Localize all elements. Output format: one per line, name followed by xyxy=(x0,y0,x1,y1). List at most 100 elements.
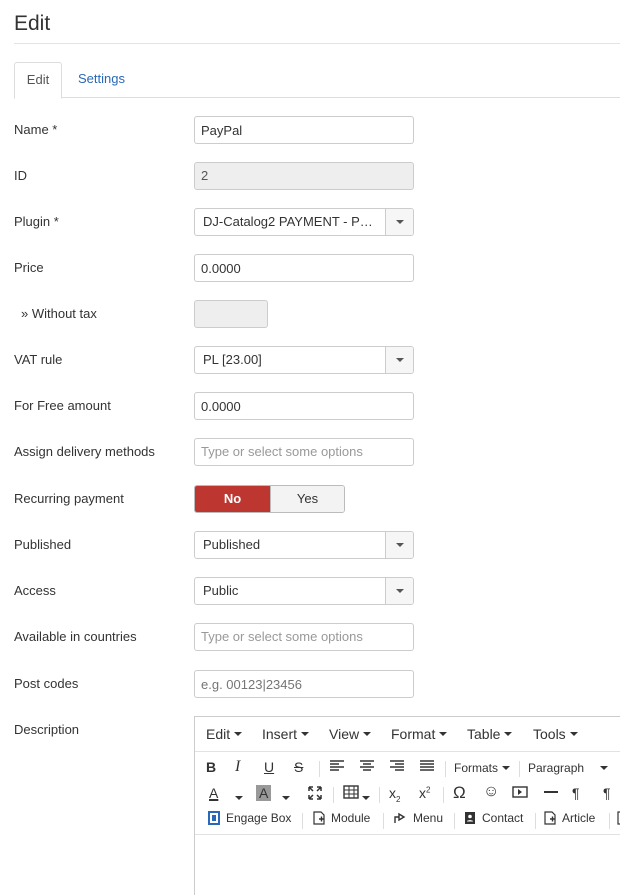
italic-icon[interactable]: I xyxy=(235,758,240,776)
horizontal-rule-icon[interactable] xyxy=(543,785,559,802)
background-color-dropdown[interactable] xyxy=(282,787,290,803)
plugin-select-value: DJ-Catalog2 PAYMENT - PayPal xyxy=(203,214,379,229)
media-icon[interactable] xyxy=(512,785,528,802)
title-divider xyxy=(14,43,620,44)
price-label: Price xyxy=(14,260,44,275)
without-tax-field xyxy=(194,300,268,328)
bold-icon[interactable]: B xyxy=(206,759,216,775)
editor-menu-edit[interactable]: Edit xyxy=(206,726,243,742)
superscript-icon[interactable]: x2 xyxy=(419,785,430,801)
contact-book-icon xyxy=(465,812,475,824)
editor-menu-format[interactable]: Format xyxy=(391,726,448,742)
free-amount-label: For Free amount xyxy=(14,398,111,413)
access-dropdown-button[interactable] xyxy=(385,578,413,604)
plugin-dropdown-button[interactable] xyxy=(385,209,413,235)
article-icon xyxy=(544,811,556,825)
text-color-icon[interactable]: A xyxy=(209,785,218,801)
page-title: Edit xyxy=(14,12,51,35)
caret-down-icon xyxy=(600,766,609,770)
editor-menu-tools[interactable]: Tools xyxy=(533,726,578,742)
menu-button[interactable]: Menu xyxy=(393,811,443,825)
contact-button[interactable]: Contact xyxy=(464,811,523,825)
paragraph-dropdown-label: Paragraph xyxy=(528,761,585,775)
editor-menu-format-label: Format xyxy=(391,726,436,742)
caret-down-icon xyxy=(282,796,290,800)
caret-down-icon xyxy=(234,732,243,736)
plugin-select[interactable]: DJ-Catalog2 PAYMENT - PayPal xyxy=(194,208,414,236)
toolbar-separator xyxy=(383,813,384,829)
editor-toolbar-row-3: Engage Box Module Menu Contact Article xyxy=(195,807,620,833)
published-label: Published xyxy=(14,537,72,552)
editor-toolbar-row-1: B I U S Formats Paragraph xyxy=(195,755,620,781)
free-amount-input[interactable] xyxy=(194,392,414,420)
toolbar-separator xyxy=(445,761,446,777)
access-select[interactable]: Public xyxy=(194,577,414,605)
fullscreen-icon[interactable] xyxy=(307,785,323,804)
toolbar-separator xyxy=(454,813,455,829)
align-center-icon[interactable] xyxy=(359,759,375,776)
toolbar-separator xyxy=(319,761,320,777)
article-button[interactable]: Article xyxy=(544,811,595,825)
menu-label: Menu xyxy=(413,811,444,825)
engage-box-icon xyxy=(208,811,220,825)
editor-menu-table[interactable]: Table xyxy=(467,726,513,742)
delivery-methods-input[interactable]: Type or select some options xyxy=(194,438,414,466)
formats-dropdown[interactable]: Formats xyxy=(454,761,511,775)
align-right-icon[interactable] xyxy=(389,759,405,776)
caret-down-icon xyxy=(504,732,513,736)
engage-box-label: Engage Box xyxy=(226,811,292,825)
recurring-yes-button[interactable]: Yes xyxy=(270,486,344,512)
editor-menu-view-label: View xyxy=(329,726,360,742)
paragraph-dropdown[interactable]: Paragraph xyxy=(528,761,609,775)
emoticon-icon[interactable]: ☺ xyxy=(483,783,499,801)
toolbar-separator xyxy=(519,761,520,777)
table-dropdown[interactable] xyxy=(362,787,370,803)
id-field: 2 xyxy=(194,162,414,190)
tab-settings[interactable]: Settings xyxy=(66,62,137,98)
subscript-icon[interactable]: x2 xyxy=(389,785,400,804)
engage-box-button[interactable]: Engage Box xyxy=(208,811,291,825)
align-justify-icon[interactable] xyxy=(419,759,435,776)
module-button[interactable]: Module xyxy=(313,811,370,825)
text-color-dropdown[interactable] xyxy=(235,787,243,803)
chevron-down-icon xyxy=(396,220,404,224)
editor-menu-edit-label: Edit xyxy=(206,726,231,742)
ltr-icon[interactable]: ¶ xyxy=(572,785,580,801)
name-input[interactable] xyxy=(194,116,414,144)
editor-content-area[interactable] xyxy=(195,834,620,895)
background-color-icon[interactable]: A xyxy=(256,785,272,801)
countries-label: Available in countries xyxy=(14,629,137,644)
name-label: Name * xyxy=(14,122,58,137)
caret-down-icon xyxy=(362,796,370,800)
article-label: Article xyxy=(562,811,596,825)
toolbar-separator xyxy=(535,813,536,829)
share-icon xyxy=(394,812,406,823)
table-icon[interactable] xyxy=(343,785,359,802)
editor-menu-view[interactable]: View xyxy=(329,726,372,742)
tab-edit[interactable]: Edit xyxy=(14,62,62,99)
contact-label: Contact xyxy=(482,811,524,825)
vat-rule-select[interactable]: PL [23.00] xyxy=(194,346,414,374)
published-select-value: Published xyxy=(203,537,261,552)
published-select[interactable]: Published xyxy=(194,531,414,559)
underline-icon[interactable]: U xyxy=(264,759,274,775)
rtl-icon[interactable]: ¶ xyxy=(603,785,611,801)
tab-bar: Edit Settings xyxy=(14,62,620,99)
strikethrough-icon[interactable]: S xyxy=(294,759,303,775)
caret-down-icon xyxy=(569,732,578,736)
published-dropdown-button[interactable] xyxy=(385,532,413,558)
editor-menu-insert[interactable]: Insert xyxy=(262,726,310,742)
caret-down-icon xyxy=(301,732,310,736)
price-input[interactable] xyxy=(194,254,414,282)
special-character-icon[interactable]: Ω xyxy=(453,783,466,803)
editor-menubar: Edit Insert View Format Table Tools xyxy=(195,717,620,752)
recurring-payment-toggle: No Yes xyxy=(194,485,345,513)
post-codes-label: Post codes xyxy=(14,676,79,691)
id-label: ID xyxy=(14,168,27,183)
vat-rule-dropdown-button[interactable] xyxy=(385,347,413,373)
recurring-no-button[interactable]: No xyxy=(195,486,270,512)
post-codes-input[interactable] xyxy=(194,670,414,698)
caret-down-icon xyxy=(502,766,511,770)
countries-input[interactable]: Type or select some options xyxy=(194,623,414,651)
align-left-icon[interactable] xyxy=(329,759,345,776)
